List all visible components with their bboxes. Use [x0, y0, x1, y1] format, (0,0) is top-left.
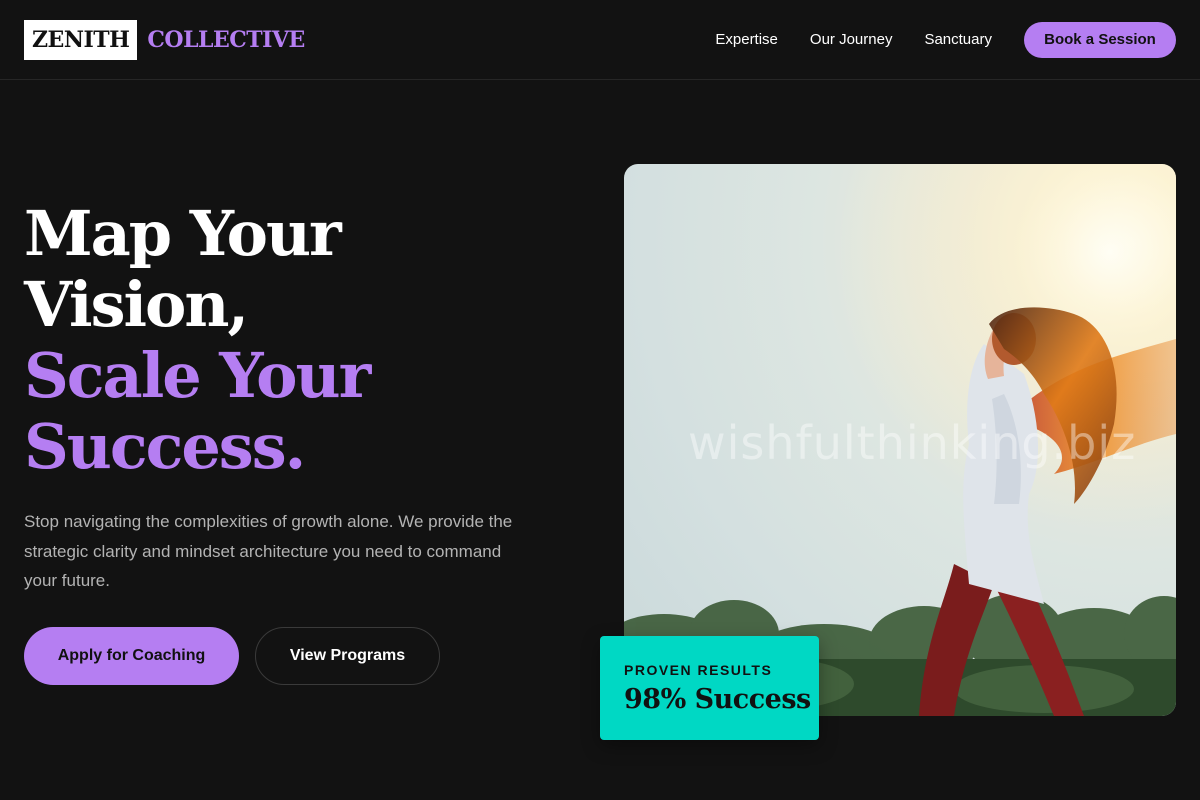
logo-mark: ZENITH — [24, 19, 138, 60]
hero-title: Map Your Vision, Scale Your Success. — [24, 198, 584, 482]
logo[interactable]: ZENITH COLLECTIVE — [24, 19, 305, 60]
stat-value: 98% Success — [624, 684, 811, 715]
view-programs-button[interactable]: View Programs — [255, 627, 440, 685]
hero-title-highlight: Success. — [24, 410, 306, 483]
stat-card: PROVEN RESULTS 98% Success — [600, 636, 819, 740]
nav-link-sanctuary[interactable]: Sanctuary — [924, 31, 992, 48]
watermark-text: wishfulthinking.biz — [688, 416, 1137, 470]
nav-link-our-journey[interactable]: Our Journey — [810, 31, 893, 48]
hero-description: Stop navigating the complexities of grow… — [24, 512, 513, 590]
apply-coaching-button[interactable]: Apply for Coaching — [24, 627, 239, 685]
hero-title-line: Map Your — [24, 197, 342, 270]
site-header: ZENITH COLLECTIVE Expertise Our Journey … — [0, 0, 1200, 80]
logo-wordmark: COLLECTIVE — [147, 26, 305, 53]
nav-link-expertise[interactable]: Expertise — [715, 31, 778, 48]
main-nav: Expertise Our Journey Sanctuary Book a S… — [683, 21, 1176, 58]
hero-image: wishfulthinking.biz — [624, 164, 1176, 716]
stat-label: PROVEN RESULTS — [624, 662, 773, 678]
hero-title-highlight: Scale Your — [24, 339, 371, 412]
book-session-button[interactable]: Book a Session — [1024, 21, 1176, 58]
hero-title-line: Vision, — [24, 268, 249, 341]
